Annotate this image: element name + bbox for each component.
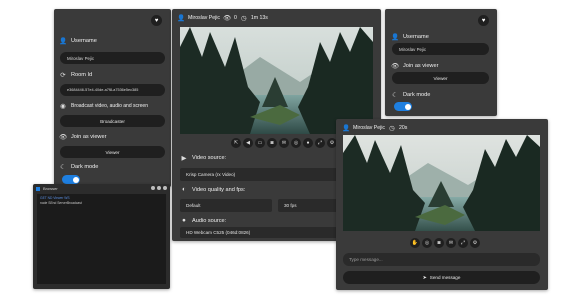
- chat-icon[interactable]: ✉: [446, 238, 456, 248]
- terminal-line: node SEnd ServerBroadcast: [40, 201, 82, 205]
- send-message-label: Send message: [429, 275, 461, 280]
- quality-label-row: ◐ Video quality and fps:: [180, 186, 245, 193]
- quality-label: Video quality and fps:: [192, 186, 246, 193]
- snapshot-icon[interactable]: ◎: [422, 238, 432, 248]
- record-icon[interactable]: ◀: [243, 138, 253, 148]
- viewer-panel: 👤 Miroslav Pejic ◷ 20s ✋ ◎ ◙ ✉ ⤢ ⚙ Type …: [336, 119, 548, 290]
- room-id-label-row: ⟳ Room Id: [59, 71, 92, 79]
- microphone-icon: ●: [182, 217, 186, 224]
- join-viewer-label: Join as viewer: [71, 134, 107, 140]
- broadcaster-button[interactable]: Broadcaster: [60, 115, 165, 127]
- clock-icon: ◷: [241, 15, 247, 22]
- dark-mode-toggle[interactable]: [394, 102, 412, 111]
- message-input[interactable]: Type message...: [343, 253, 540, 266]
- viewer-button[interactable]: Viewer: [60, 146, 165, 158]
- user-icon: 👤: [177, 15, 186, 22]
- video-camera-icon: ▶: [181, 155, 187, 162]
- browser-title: Browser: [43, 186, 58, 191]
- quality-select[interactable]: Default: [180, 199, 272, 212]
- forest-lake-image: [180, 27, 373, 134]
- join-viewer-label-row: 👁 Join as viewer: [59, 133, 106, 141]
- viewers-count: 0: [234, 15, 237, 21]
- join-viewer-label-row: 👁 Join as viewer: [391, 62, 438, 70]
- moon-icon: ☾: [392, 92, 398, 99]
- moon-icon: ☾: [60, 164, 66, 171]
- audio-source-label-row: ● Audio source:: [180, 217, 226, 224]
- settings-icon[interactable]: ⚙: [470, 238, 480, 248]
- window-icon: [36, 186, 40, 191]
- dark-mode-label-row: ☾ Dark mode: [391, 91, 430, 99]
- hand-icon[interactable]: ✋: [410, 238, 420, 248]
- broadcast-duration: 1m 13s: [250, 15, 268, 21]
- eye-icon: 👁: [59, 134, 68, 141]
- snapshot-icon[interactable]: ◎: [291, 138, 301, 148]
- chat-icon[interactable]: ✉: [279, 138, 289, 148]
- viewer-video: [343, 135, 540, 231]
- viewer-settings-panel: ♥ 👤 Username Miroslav Pejic 👁 Join as vi…: [385, 9, 497, 116]
- viewer-header: 👤 Miroslav Pejic ◷ 20s: [342, 124, 407, 132]
- username-input[interactable]: Miroslav Pejic: [392, 43, 489, 55]
- viewer-controls: ✋ ◎ ◙ ✉ ⤢ ⚙: [410, 238, 480, 248]
- screen-share-icon[interactable]: ⇱: [231, 138, 241, 148]
- close-icon[interactable]: [163, 186, 167, 190]
- eye-icon: 👁: [391, 63, 400, 70]
- user-icon: 👤: [342, 125, 351, 132]
- user-icon: 👤: [59, 38, 68, 45]
- dark-mode-toggle[interactable]: [62, 175, 80, 184]
- broadcast-icon: ◉: [60, 103, 66, 110]
- broadcaster-settings-panel: ♥ 👤 Username Miroslav Pejic ⟳ Room Id e3…: [54, 9, 171, 187]
- audio-source-label: Audio source:: [192, 217, 227, 224]
- send-icon: ➤: [422, 274, 427, 281]
- video-source-label: Video source:: [192, 155, 227, 161]
- username-label: Username: [71, 38, 97, 44]
- join-viewer-label: Join as viewer: [403, 63, 439, 69]
- viewer-duration: 20s: [399, 125, 408, 131]
- clock-icon: ◷: [389, 125, 395, 132]
- room-id-label: Room Id: [71, 72, 93, 78]
- monitor-icon[interactable]: ▭: [255, 138, 265, 148]
- eye-icon: 👁: [223, 15, 232, 22]
- video-source-label-row: ▶ Video source:: [180, 154, 227, 162]
- broadcast-label-row: ◉ Broadcast video, audio and screen: [59, 102, 148, 110]
- minimize-icon[interactable]: [151, 186, 155, 190]
- username-label-row: 👤 Username: [391, 33, 429, 41]
- broadcaster-controls: ⇱ ◀ ▭ ◙ ✉ ◎ ● ⤢ ⚙: [231, 138, 337, 148]
- dark-mode-label-row: ☾ Dark mode: [59, 163, 98, 171]
- browser-window: Browser GET ND Viewer WS node SEnd Serve…: [33, 184, 170, 289]
- terminal-body: GET ND Viewer WS node SEnd ServerBroadca…: [37, 194, 166, 284]
- username-label-row: 👤 Username: [59, 37, 97, 45]
- broadcaster-header: 👤 Miroslav Pejic 👁 0 ◷ 1m 13s: [177, 14, 268, 22]
- room-id-input[interactable]: e3684446-57e4-40de-a7f8-a7536e5ec385: [60, 84, 165, 96]
- heart-icon[interactable]: ♥: [151, 15, 162, 26]
- broadcast-label: Broadcast video, audio and screen: [71, 103, 148, 109]
- fullscreen-icon[interactable]: ⤢: [315, 138, 325, 148]
- username-input[interactable]: Miroslav Pejic: [60, 52, 165, 64]
- viewer-user: Miroslav Pejic: [353, 125, 385, 131]
- window-controls: [151, 186, 167, 190]
- user-icon: 👤: [391, 34, 400, 41]
- forest-lake-image: [343, 135, 540, 231]
- broadcaster-user: Miroslav Pejic: [188, 15, 220, 21]
- send-message-button[interactable]: ➤ Send message: [343, 271, 540, 284]
- refresh-icon[interactable]: ⟳: [59, 71, 67, 79]
- heart-icon[interactable]: ♥: [478, 15, 489, 26]
- camera-icon[interactable]: ◙: [267, 138, 277, 148]
- broadcaster-video: [180, 27, 373, 134]
- mic-icon[interactable]: ●: [303, 138, 313, 148]
- browser-titlebar: Browser: [36, 186, 58, 191]
- dark-mode-label: Dark mode: [403, 92, 431, 98]
- dark-mode-label: Dark mode: [71, 164, 99, 170]
- record-icon[interactable]: ◙: [434, 238, 444, 248]
- maximize-icon[interactable]: [157, 186, 161, 190]
- viewer-button[interactable]: Viewer: [392, 72, 489, 84]
- quality-icon: ◐: [182, 186, 186, 193]
- username-label: Username: [403, 34, 429, 40]
- fullscreen-icon[interactable]: ⤢: [458, 238, 468, 248]
